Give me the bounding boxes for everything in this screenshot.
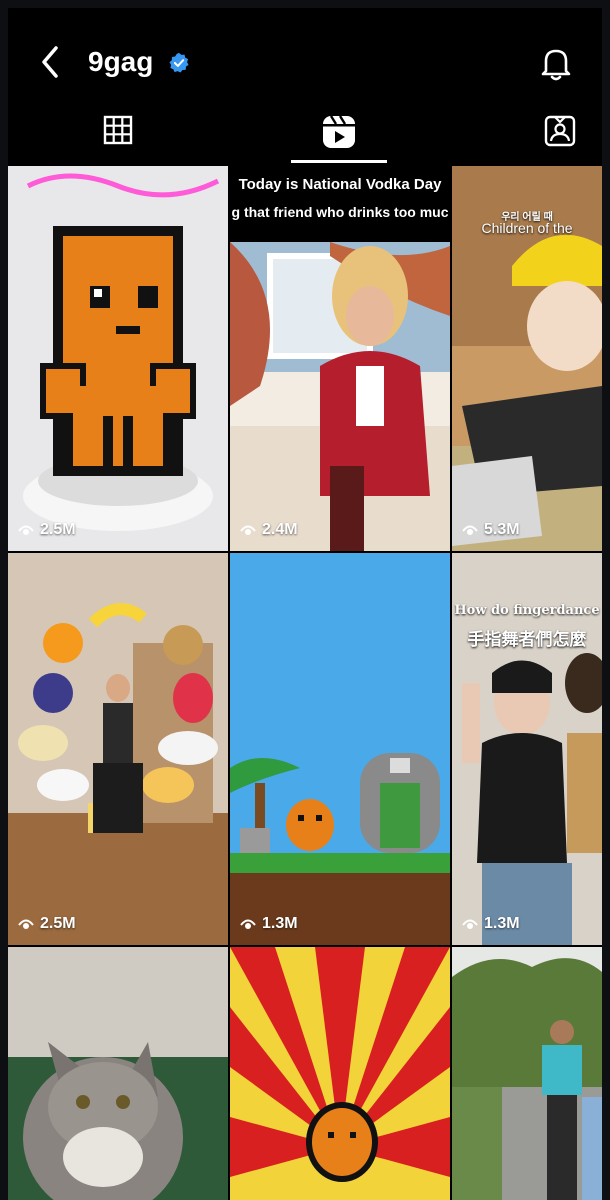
view-count-label: 1.3M xyxy=(484,915,520,932)
view-count: 2.5M xyxy=(18,915,76,933)
reels-grid: 2.5M Today is National Vodka Day g that … xyxy=(8,166,602,1200)
reel-thumbnail-7[interactable] xyxy=(8,947,228,1200)
reel-thumbnail-9[interactable] xyxy=(452,947,602,1200)
pixel-game-scene-image xyxy=(230,553,450,945)
chevron-left-icon xyxy=(42,46,58,78)
overlay-caption-line-2: Children of the xyxy=(481,220,573,236)
view-count-label: 2.5M xyxy=(40,521,76,538)
tagged-person-icon xyxy=(544,115,576,147)
eye-icon xyxy=(240,919,256,929)
back-button[interactable] xyxy=(34,42,70,82)
woman-kitchen-image xyxy=(230,166,450,551)
reel-thumbnail-4[interactable]: 2.5M xyxy=(8,553,228,945)
eye-icon xyxy=(18,525,34,535)
reel-thumbnail-6[interactable]: How do fingerdance 手指舞者們怎麼 1.3M xyxy=(452,553,602,945)
eye-icon xyxy=(462,525,478,535)
tab-grid[interactable] xyxy=(88,114,148,162)
view-count-label: 2.4M xyxy=(262,521,298,538)
active-tab-indicator xyxy=(291,160,387,163)
view-count: 1.3M xyxy=(240,915,298,933)
view-count: 2.5M xyxy=(18,521,76,539)
eye-icon xyxy=(240,525,256,535)
verified-badge-icon xyxy=(169,52,189,73)
dancer-with-food-image xyxy=(8,553,228,945)
bell-icon xyxy=(541,49,571,81)
reel-thumbnail-5[interactable]: 1.3M xyxy=(230,553,450,945)
reel-thumbnail-1[interactable]: 2.5M xyxy=(8,166,228,551)
profile-tab-bar xyxy=(8,108,602,166)
overlay-caption-line-1: How do fingerdance xyxy=(454,603,600,618)
profile-header: 9gag xyxy=(8,8,602,118)
app-frame: 9gag 2.5M Today is National Vodka Day g … xyxy=(8,8,602,1200)
pixel-nugget-figure-image xyxy=(8,166,228,551)
reel-thumbnail-8[interactable] xyxy=(230,947,450,1200)
overlay-caption-line-1: Today is National Vodka Day xyxy=(238,176,442,193)
view-count-label: 2.5M xyxy=(40,915,76,932)
tab-reels[interactable] xyxy=(309,114,369,162)
view-count: 1.3M xyxy=(462,915,520,933)
grid-icon xyxy=(103,115,133,145)
pixel-nugget-sunburst-image xyxy=(230,947,450,1200)
view-count: 5.3M xyxy=(462,521,520,539)
eye-icon xyxy=(462,919,478,929)
cat-image xyxy=(8,947,228,1200)
eye-icon xyxy=(18,919,34,929)
reel-thumbnail-2[interactable]: Today is National Vodka Day g that frien… xyxy=(230,166,450,551)
reel-thumbnail-3[interactable]: 우리 어릴 때 Children of the 5.3M xyxy=(452,166,602,551)
profile-username: 9gag xyxy=(88,46,154,77)
view-count-label: 5.3M xyxy=(484,521,520,538)
overlay-caption-line-2: g that friend who drinks too muc xyxy=(231,204,449,220)
view-count-label: 1.3M xyxy=(262,915,298,932)
view-count: 2.4M xyxy=(240,521,298,539)
overlay-caption-line-2: 手指舞者們怎麼 xyxy=(467,630,587,649)
tab-tagged[interactable] xyxy=(530,114,590,162)
notifications-button[interactable] xyxy=(538,44,574,82)
people-outdoors-image xyxy=(452,947,602,1200)
reels-icon xyxy=(323,115,355,148)
